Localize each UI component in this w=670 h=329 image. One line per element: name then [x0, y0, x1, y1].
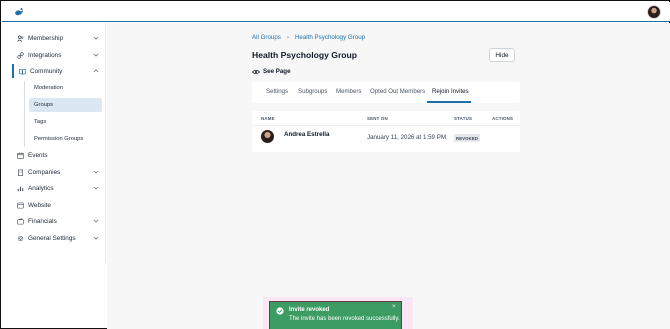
top-bar — [2, 2, 670, 22]
toast-notification: Invite revoked The invite has been revok… — [269, 301, 402, 329]
column-header-actions: ACTIONS — [492, 116, 514, 121]
sidebar-item-companies[interactable]: Companies — [12, 165, 104, 179]
sidebar-subitem-tags[interactable]: Tags — [29, 115, 102, 129]
invites-table: NAME SENT ON STATUS ACTIONS Andrea Estre… — [252, 111, 520, 152]
gear-icon — [17, 235, 24, 241]
people-icon — [17, 35, 24, 42]
brand-logo-icon[interactable] — [14, 7, 24, 17]
calendar-icon — [17, 152, 24, 159]
sent-on-date: January 11, 2026 at 1:59 PM — [367, 134, 446, 141]
sidebar-subitem-label: Groups — [34, 102, 54, 108]
sidebar-item-label: Integrations — [28, 51, 62, 59]
link-icon — [17, 51, 24, 59]
sidebar-item-integrations[interactable]: Integrations — [12, 48, 104, 62]
breadcrumb: All Groups › Health Psychology Group — [252, 34, 365, 41]
hide-button[interactable]: Hide — [489, 48, 515, 62]
sidebar-item-general-settings[interactable]: General Settings — [12, 231, 104, 245]
eye-icon — [252, 69, 260, 74]
status-badge: REVOKED — [454, 134, 481, 142]
active-tab-indicator — [427, 101, 471, 103]
avatar — [261, 130, 274, 143]
chevron-down-icon — [93, 219, 99, 223]
sidebar-subitem-groups[interactable]: Groups — [29, 98, 102, 112]
sidebar-subitem-label: Moderation — [34, 85, 64, 91]
sidebar-item-membership[interactable]: Membership — [12, 31, 104, 45]
table-header-divider — [252, 125, 520, 126]
sidebar-subitem-label: Tags — [34, 119, 47, 125]
tab-members[interactable]: Members — [336, 88, 361, 95]
breadcrumb-current[interactable]: Health Psychology Group — [295, 34, 365, 41]
toast-message: The invite has been revoked successfully… — [289, 316, 400, 322]
see-page-link[interactable]: See Page — [252, 68, 291, 75]
chevron-down-icon — [93, 36, 99, 40]
breadcrumb-link-all-groups[interactable]: All Groups — [252, 34, 281, 41]
sidebar-item-label: General Settings — [28, 234, 76, 242]
column-header-status: STATUS — [454, 116, 473, 121]
tab-subgroups[interactable]: Subgroups — [298, 88, 327, 95]
sidebar-subitem-permission-groups[interactable]: Permission Groups — [29, 132, 102, 146]
column-header-name: NAME — [261, 116, 275, 121]
tab-settings[interactable]: Settings — [266, 88, 288, 95]
chevron-down-icon — [93, 53, 99, 57]
sidebar-item-label: Community — [30, 67, 63, 75]
sidebar-item-analytics[interactable]: Analytics — [12, 181, 104, 195]
tab-opted-out-members[interactable]: Opted Out Members — [370, 88, 425, 95]
sidebar-item-community[interactable]: Community — [12, 64, 104, 78]
sidebar-item-website[interactable]: Website — [12, 198, 104, 212]
sidebar-item-label: Events — [28, 151, 48, 159]
chevron-up-icon — [93, 69, 99, 73]
sidebar-subitem-label: Permission Groups — [34, 136, 84, 142]
globe-icon — [17, 202, 24, 208]
sidebar-item-label: Companies — [28, 168, 61, 176]
chevron-down-icon — [93, 186, 99, 190]
close-icon[interactable]: × — [392, 303, 396, 311]
sidebar-item-label: Analytics — [28, 184, 54, 192]
sidebar-item-events[interactable]: Events — [12, 148, 104, 162]
breadcrumb-separator: › — [286, 34, 289, 41]
sidebar-item-label: Membership — [28, 34, 64, 42]
sidebar-item-label: Financials — [28, 217, 57, 225]
book-icon — [19, 68, 26, 74]
main-content: All Groups › Health Psychology Group Hea… — [107, 23, 670, 329]
page-title: Health Psychology Group — [252, 50, 358, 60]
invitee-name: Andrea Estrella — [284, 131, 330, 138]
chevron-down-icon — [93, 236, 99, 240]
sidebar-item-financials[interactable]: Financials — [12, 214, 104, 228]
bar-chart-icon — [17, 186, 24, 191]
app-window: Membership Integrations Community Modera… — [0, 0, 670, 329]
sidebar-subitem-moderation[interactable]: Moderation — [29, 81, 102, 95]
submenu-guide-line — [24, 81, 25, 147]
check-circle-icon — [276, 307, 284, 315]
sidebar-item-label: Website — [28, 201, 51, 209]
tab-bar: Settings Subgroups Members Opted Out Mem… — [252, 82, 520, 103]
user-avatar[interactable] — [647, 5, 661, 19]
see-page-label: See Page — [263, 68, 291, 75]
chevron-down-icon — [93, 170, 99, 174]
toast-title: Invite revoked — [289, 307, 330, 313]
column-header-sent-on: SENT ON — [367, 116, 388, 121]
tab-rejoin-invites[interactable]: Rejoin Invites — [432, 88, 469, 95]
wallet-icon — [17, 217, 24, 224]
sidebar: Membership Integrations Community Modera… — [2, 23, 106, 263]
building-icon — [18, 169, 23, 176]
